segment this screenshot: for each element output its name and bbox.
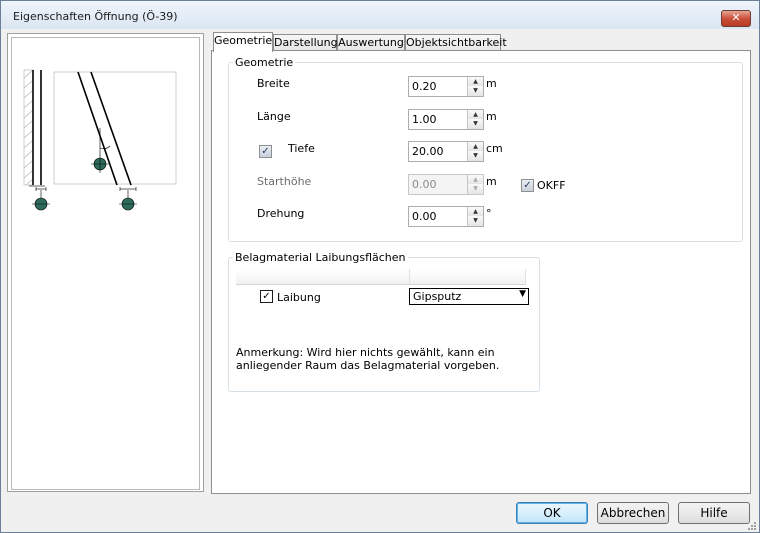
tab-geometrie[interactable]: Geometrie: [213, 32, 273, 52]
spin-down-icon: ▼: [467, 184, 483, 194]
tiefe-checkbox[interactable]: ✓: [259, 145, 272, 158]
breite-label: Breite: [257, 77, 290, 90]
resize-grip-icon[interactable]: [747, 521, 757, 531]
preview-frame: [11, 37, 200, 490]
starthoehe-label: Starthöhe: [257, 175, 312, 188]
tiefe-label: Tiefe: [288, 142, 315, 155]
cancel-button[interactable]: Abbrechen: [597, 502, 669, 524]
geometrie-group-label: Geometrie: [233, 56, 296, 69]
breite-unit: m: [486, 77, 497, 90]
spin-down-icon[interactable]: ▼: [467, 151, 483, 161]
starthoehe-unit: m: [486, 175, 497, 188]
laibung-checkbox[interactable]: ✓: [260, 290, 273, 303]
laenge-unit: m: [486, 110, 497, 123]
tiefe-unit: cm: [486, 142, 503, 155]
tab-label: Objektsichtbarkeit: [406, 36, 507, 49]
starthoehe-spinner: 0.00 ▲ ▼: [408, 174, 484, 195]
material-dropdown-value: Gipsputz: [413, 290, 462, 303]
tab-label: Darstellung: [274, 36, 338, 49]
material-dropdown[interactable]: Gipsputz ▼: [409, 288, 529, 305]
laenge-label: Länge: [257, 110, 291, 123]
laenge-value: 1.00: [412, 113, 437, 126]
belag-note: Anmerkung: Wird hier nichts gewählt, kan…: [236, 346, 500, 372]
okff-label: OKFF: [537, 179, 566, 192]
breite-spinner[interactable]: 0.20 ▲ ▼: [408, 76, 484, 97]
breite-value: 0.20: [412, 80, 437, 93]
spin-down-icon[interactable]: ▼: [467, 86, 483, 96]
laenge-spinner[interactable]: 1.00 ▲ ▼: [408, 109, 484, 130]
starthoehe-value: 0.00: [412, 178, 437, 191]
close-icon: ✕: [731, 11, 741, 24]
okff-checkbox[interactable]: ✓: [521, 179, 534, 192]
tiefe-spinner[interactable]: 20.00 ▲ ▼: [408, 141, 484, 162]
wall-hatch: [23, 69, 34, 186]
tab-panel-geometrie: Geometrie Breite 0.20 ▲ ▼ m Länge 1.00 ▲…: [211, 50, 751, 494]
drehung-label: Drehung: [257, 207, 305, 220]
title-bar[interactable]: Eigenschaften Öffnung (Ö-39) ✕: [1, 1, 759, 29]
window-title: Eigenschaften Öffnung (Ö-39): [13, 10, 178, 23]
tab-label: Auswertung: [338, 36, 404, 49]
tab-label: Geometrie: [214, 34, 273, 47]
belag-group-label: Belagmaterial Laibungsflächen: [233, 251, 408, 264]
spin-down-icon[interactable]: ▼: [467, 216, 483, 226]
drehung-unit: °: [486, 207, 492, 220]
preview-pane: [7, 33, 204, 492]
drehung-value: 0.00: [412, 210, 437, 223]
tiefe-value: 20.00: [412, 145, 444, 158]
chevron-down-icon: ▼: [519, 289, 526, 299]
laibung-label: Laibung: [277, 291, 321, 304]
drehung-spinner[interactable]: 0.00 ▲ ▼: [408, 206, 484, 227]
close-button[interactable]: ✕: [721, 10, 751, 27]
dialog-window: Eigenschaften Öffnung (Ö-39) ✕ Geometrie…: [0, 0, 760, 533]
material-list-header: [236, 269, 526, 285]
ok-button[interactable]: OK: [516, 502, 588, 524]
spin-down-icon[interactable]: ▼: [467, 119, 483, 129]
opening-rotated-view: [53, 71, 177, 211]
opening-preview-drawing: [23, 69, 177, 211]
help-button[interactable]: Hilfe: [678, 502, 750, 524]
